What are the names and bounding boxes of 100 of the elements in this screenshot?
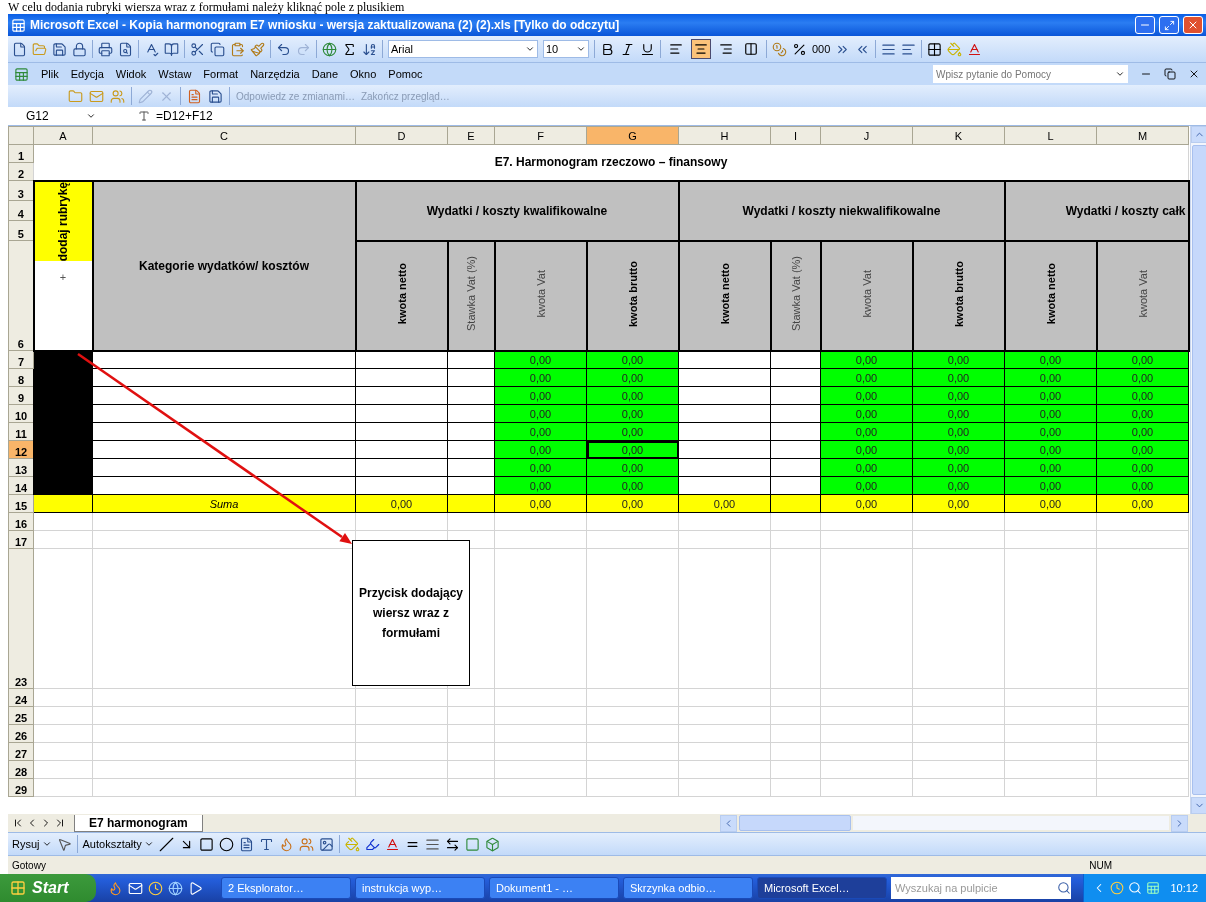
brush-icon[interactable] xyxy=(250,41,265,57)
font-color-icon[interactable] xyxy=(967,41,983,57)
picture-icon[interactable] xyxy=(318,836,334,852)
font-size-field[interactable]: 10 xyxy=(543,40,589,58)
menu-item[interactable]: Pomoc xyxy=(388,68,423,80)
globe-icon[interactable] xyxy=(168,880,183,896)
menu-item[interactable]: Widok xyxy=(115,68,147,80)
fill-color-icon[interactable] xyxy=(344,836,360,852)
taskbar-button[interactable]: instrukcja wyp… xyxy=(355,877,485,899)
pointer-icon[interactable] xyxy=(56,836,72,852)
wordart-icon[interactable] xyxy=(258,836,274,852)
cut-icon[interactable] xyxy=(190,41,205,57)
close-icon[interactable] xyxy=(1188,68,1200,80)
three-d-icon[interactable] xyxy=(484,836,500,852)
new-file-icon[interactable] xyxy=(12,41,27,57)
line-color-icon[interactable] xyxy=(364,836,380,852)
menu-item[interactable]: Wstaw xyxy=(158,68,192,80)
document-icon[interactable] xyxy=(187,88,202,104)
menu-item[interactable]: Okno xyxy=(350,68,377,80)
outdent-icon[interactable] xyxy=(901,41,917,57)
menu-item[interactable]: Format xyxy=(203,68,239,80)
row-header[interactable]: 23 xyxy=(8,548,34,689)
column-header[interactable]: E xyxy=(447,126,495,145)
borders-icon[interactable] xyxy=(927,41,943,57)
fill-color-icon[interactable] xyxy=(947,41,963,57)
bold-icon[interactable] xyxy=(600,41,615,57)
spreadsheet-icon[interactable] xyxy=(11,17,26,33)
italic-icon[interactable] xyxy=(620,41,635,57)
copy-icon[interactable] xyxy=(210,41,225,57)
paste-icon[interactable] xyxy=(230,41,245,57)
media-player-icon[interactable] xyxy=(188,880,203,896)
column-header[interactable]: G xyxy=(586,126,679,145)
search-icon[interactable] xyxy=(1128,881,1143,895)
column-header[interactable]: L xyxy=(1004,126,1097,145)
font-color-icon[interactable] xyxy=(384,836,400,852)
column-header[interactable]: A xyxy=(33,126,93,145)
arrow-style-icon[interactable] xyxy=(444,836,460,852)
menu-item[interactable]: Edycja xyxy=(70,68,104,80)
menu-item[interactable]: Plik xyxy=(41,68,59,80)
column-header[interactable]: D xyxy=(355,126,448,145)
diagram-icon[interactable] xyxy=(278,836,294,852)
row-header[interactable]: 4 xyxy=(8,200,34,221)
column-header[interactable]: F xyxy=(494,126,587,145)
clip-art-icon[interactable] xyxy=(298,836,314,852)
first-sheet-icon[interactable] xyxy=(12,817,24,829)
workbook-icon[interactable] xyxy=(14,66,29,82)
draw-menu[interactable]: Rysuj xyxy=(12,838,52,850)
rectangle-icon[interactable] xyxy=(198,836,214,852)
column-header[interactable]: C xyxy=(92,126,356,145)
minimize-button[interactable] xyxy=(1135,16,1155,34)
taskbar-button[interactable]: 2 Eksplorator… xyxy=(221,877,351,899)
column-header[interactable]: M xyxy=(1096,126,1189,145)
browser-icon[interactable] xyxy=(108,880,123,896)
sum-icon[interactable] xyxy=(342,41,357,57)
thousands-separator-button[interactable]: 000 xyxy=(812,43,831,55)
taskbar-button[interactable]: Microsoft Excel… xyxy=(757,877,887,899)
font-field[interactable]: Arial xyxy=(388,40,538,58)
line-icon[interactable] xyxy=(158,836,174,852)
currency-icon[interactable] xyxy=(772,41,787,57)
text-box-icon[interactable] xyxy=(238,836,254,852)
close-button[interactable] xyxy=(1183,16,1203,34)
sheet-tab[interactable]: E7 harmonogram xyxy=(74,814,203,832)
row-header[interactable]: 5 xyxy=(8,220,34,241)
search-icon[interactable] xyxy=(1057,881,1071,895)
column-header[interactable]: H xyxy=(678,126,771,145)
menu-item[interactable]: Narzędzia xyxy=(250,68,300,80)
menu-item[interactable]: Dane xyxy=(311,68,338,80)
book-icon[interactable] xyxy=(164,41,179,57)
autoshapes-menu[interactable]: Autokształty xyxy=(82,838,154,850)
restore-button[interactable] xyxy=(1159,16,1179,34)
help-search-field[interactable]: Wpisz pytanie do Pomocy xyxy=(933,65,1128,83)
name-box[interactable]: G12 xyxy=(8,108,100,124)
oval-icon[interactable] xyxy=(218,836,234,852)
underline-icon[interactable] xyxy=(640,41,655,57)
sort-icon[interactable] xyxy=(362,41,377,57)
save-icon[interactable] xyxy=(52,41,67,57)
dash-style-icon[interactable] xyxy=(424,836,440,852)
printer-icon[interactable] xyxy=(98,41,113,57)
row-header[interactable]: 3 xyxy=(8,180,34,201)
column-header[interactable]: K xyxy=(912,126,1005,145)
last-sheet-icon[interactable] xyxy=(54,817,66,829)
column-header[interactable]: I xyxy=(770,126,821,145)
print-preview-icon[interactable] xyxy=(118,41,133,57)
align-button[interactable] xyxy=(691,39,711,59)
network-icon[interactable] xyxy=(1146,881,1161,895)
row-header[interactable]: 6 xyxy=(8,240,34,351)
taskbar-button[interactable]: Dokument1 - … xyxy=(489,877,619,899)
clock-icon[interactable] xyxy=(148,880,163,896)
globe-icon[interactable] xyxy=(322,41,337,57)
percent-icon[interactable] xyxy=(792,41,807,57)
start-button[interactable]: Start xyxy=(0,874,96,902)
lock-icon[interactable] xyxy=(72,41,87,57)
spelling-icon[interactable] xyxy=(144,41,159,57)
undo-icon[interactable] xyxy=(276,41,291,57)
save-icon[interactable] xyxy=(208,88,223,104)
restore-icon[interactable] xyxy=(1164,68,1176,80)
taskbar-button[interactable]: Skrzynka odbio… xyxy=(623,877,753,899)
column-header[interactable]: J xyxy=(820,126,913,145)
function-icon[interactable] xyxy=(138,110,150,122)
indent-icon[interactable] xyxy=(881,41,897,57)
